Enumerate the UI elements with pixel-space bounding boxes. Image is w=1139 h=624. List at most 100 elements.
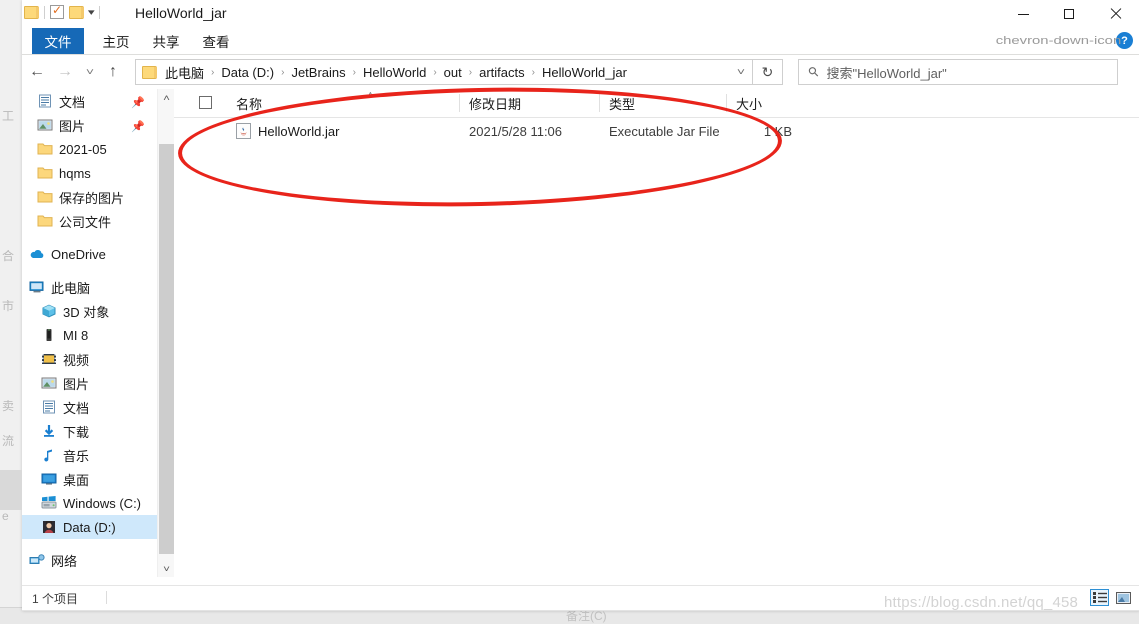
scrollbar-thumb[interactable] (159, 144, 174, 554)
sidebar-item-label: 图片 (63, 374, 89, 393)
title-bar: ▾ HelloWorld_jar (22, 0, 1139, 28)
downloads-icon (40, 424, 57, 438)
sidebar-item-label: 下载 (63, 422, 89, 441)
documents-icon (36, 94, 53, 108)
sidebar-item-13[interactable]: 下载 (22, 419, 157, 443)
windows-drive-icon (40, 496, 57, 510)
sidebar-item-2[interactable]: 2021-05 (22, 137, 157, 161)
breadcrumb-dropdown-icon[interactable]: ˅ (737, 67, 745, 78)
address-bar: ← → ˅ ↑ 此电脑›Data (D:)›JetBrains›HelloWor… (22, 55, 1139, 89)
chevron-down-icon[interactable]: ▾ (88, 7, 95, 18)
background-label: 合 (2, 250, 22, 263)
column-divider[interactable] (599, 94, 600, 112)
up-button[interactable]: ↑ (102, 61, 124, 83)
column-header-1[interactable]: 修改日期 (459, 89, 599, 117)
jar-file-glyph (236, 123, 251, 139)
new-folder-icon[interactable] (69, 6, 84, 19)
folder-icon[interactable] (24, 6, 39, 19)
sidebar-item-0[interactable]: 文档📌 (22, 89, 157, 113)
quick-access-toolbar[interactable]: ▾ (24, 5, 100, 19)
file-list-pane: 名称˄修改日期类型大小 HelloWorld.jar 2021/5/28 11:0… (174, 89, 1139, 577)
pin-icon[interactable]: 📌 (131, 120, 145, 133)
sidebar-item-9[interactable]: MI 8 (22, 323, 157, 347)
forward-button[interactable]: → (54, 61, 76, 83)
minimize-button[interactable] (1000, 0, 1046, 28)
nav-group-gap (22, 233, 157, 242)
nav-group-gap (22, 266, 157, 275)
breadcrumb-item-6[interactable]: HelloWorld_jar (540, 65, 629, 80)
sidebar-item-16[interactable]: Windows (C:) (22, 491, 157, 515)
breadcrumb-bar[interactable]: 此电脑›Data (D:)›JetBrains›HelloWorld›out›a… (135, 59, 753, 85)
column-header-3[interactable]: 大小 (726, 89, 806, 117)
sidebar-item-label: Windows (C:) (63, 496, 141, 511)
background-label: 卖 (2, 400, 22, 413)
chevron-down-icon[interactable]: chevron-down-icon (996, 35, 1121, 47)
sidebar-item-1[interactable]: 图片📌 (22, 113, 157, 137)
breadcrumb-item-2[interactable]: JetBrains (289, 65, 347, 80)
ribbon-tab-0[interactable]: 文件 (32, 28, 84, 54)
background-label: 工 (2, 110, 22, 123)
sidebar-item-label: MI 8 (63, 328, 88, 343)
status-bar: 1 个项目 (22, 585, 1139, 610)
column-header-2[interactable]: 类型 (599, 89, 726, 117)
window-title: HelloWorld_jar (135, 5, 227, 21)
sidebar-item-8[interactable]: 3D 对象 (22, 299, 157, 323)
sidebar-item-7[interactable]: 此电脑 (22, 275, 157, 299)
file-name-label: HelloWorld.jar (258, 124, 339, 139)
breadcrumb-item-0[interactable]: 此电脑 (163, 63, 206, 82)
sidebar-item-10[interactable]: 视频 (22, 347, 157, 371)
folder-icon (36, 190, 53, 204)
breadcrumb-separator: › (206, 67, 219, 78)
search-box[interactable]: ⚲ 搜索"HelloWorld_jar" (798, 59, 1118, 85)
close-icon (1110, 8, 1122, 20)
details-view-icon[interactable] (1090, 589, 1109, 606)
cell-size: 1 KB (726, 118, 806, 144)
column-header-row: 名称˄修改日期类型大小 (174, 89, 1139, 118)
pictures-icon (40, 376, 57, 390)
cell-date: 2021/5/28 11:06 (459, 118, 599, 144)
sidebar-item-17[interactable]: Data (D:) (22, 515, 157, 539)
table-row[interactable]: HelloWorld.jar2021/5/28 11:06Executable … (174, 118, 1139, 144)
breadcrumb-separator: › (527, 67, 540, 78)
sidebar-item-6[interactable]: OneDrive (22, 242, 157, 266)
back-button[interactable]: ← (26, 61, 48, 83)
sidebar-item-11[interactable]: 图片 (22, 371, 157, 395)
sidebar-item-label: 网络 (51, 551, 77, 570)
select-all-checkbox[interactable] (199, 96, 212, 109)
sidebar-item-5[interactable]: 公司文件 (22, 209, 157, 233)
ribbon-tab-2[interactable]: 共享 (144, 28, 188, 54)
ribbon-tab-3[interactable]: 查看 (194, 28, 238, 54)
folder-icon (36, 166, 53, 180)
network-icon (28, 553, 45, 567)
sidebar-item-15[interactable]: 桌面 (22, 467, 157, 491)
background-label: 市 (2, 300, 22, 313)
properties-icon[interactable] (50, 5, 64, 19)
breadcrumb-item-3[interactable]: HelloWorld (361, 65, 428, 80)
sidebar-item-label: 3D 对象 (63, 302, 109, 321)
sidebar-item-label: Data (D:) (63, 520, 116, 535)
refresh-button[interactable]: ↻ (753, 59, 783, 85)
sidebar-item-4[interactable]: 保存的图片 (22, 185, 157, 209)
breadcrumb-item-1[interactable]: Data (D:) (219, 65, 276, 80)
sidebar-item-12[interactable]: 文档 (22, 395, 157, 419)
sidebar-item-14[interactable]: 音乐 (22, 443, 157, 467)
breadcrumb-item-4[interactable]: out (442, 65, 464, 80)
close-button[interactable] (1092, 0, 1139, 28)
sidebar-item-18[interactable]: 网络 (22, 548, 157, 572)
sidebar-item-3[interactable]: hqms (22, 161, 157, 185)
details-view-glyph (1093, 592, 1107, 603)
navigation-scrollbar[interactable]: ˄ ˅ (157, 89, 175, 577)
maximize-icon (1064, 9, 1074, 19)
column-divider[interactable] (459, 94, 460, 112)
nav-group-gap (22, 539, 157, 548)
pin-icon[interactable]: 📌 (131, 96, 145, 109)
ribbon-tab-1[interactable]: 主页 (94, 28, 138, 54)
breadcrumb-item-5[interactable]: artifacts (477, 65, 527, 80)
large-icons-view-icon[interactable] (1114, 589, 1133, 606)
maximize-button[interactable] (1046, 0, 1092, 28)
search-input[interactable]: 搜索"HelloWorld_jar" (827, 63, 947, 82)
column-divider[interactable] (726, 94, 727, 112)
sidebar-item-label: hqms (59, 166, 91, 181)
recent-locations-button[interactable]: ˅ (75, 61, 106, 83)
background-label: e (2, 510, 22, 523)
